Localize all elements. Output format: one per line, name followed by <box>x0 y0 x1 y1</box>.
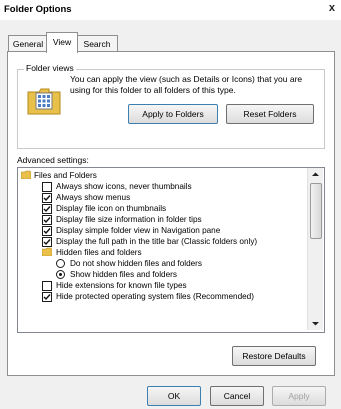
tab-search[interactable]: Search <box>76 35 118 52</box>
window-title: Folder Options <box>4 4 72 15</box>
close-icon[interactable]: x <box>329 2 335 14</box>
setting-label: Do not show hidden files and folders <box>70 259 202 268</box>
checkbox-unchecked[interactable] <box>42 281 52 291</box>
checkbox-checked[interactable] <box>42 215 52 225</box>
setting-label: Display file icon on thumbnails <box>56 204 167 213</box>
setting-label: Display file size information in folder … <box>56 215 202 224</box>
radio-selected[interactable] <box>56 270 65 279</box>
checkbox-checked[interactable] <box>42 226 52 236</box>
setting-label: Display the full path in the title bar (… <box>56 237 258 246</box>
tab-view[interactable]: View <box>46 32 78 53</box>
radio-unselected[interactable] <box>56 259 65 268</box>
setting-label: Always show menus <box>56 193 131 202</box>
scroll-thumb[interactable] <box>310 183 322 239</box>
checkbox-checked[interactable] <box>42 204 52 214</box>
setting-label: Show hidden files and folders <box>70 270 177 279</box>
advanced-settings-label: Advanced settings: <box>17 155 89 165</box>
setting-label: Display simple folder view in Navigation… <box>56 226 221 235</box>
setting-label: Hide extensions for known file types <box>56 281 187 290</box>
vertical-scrollbar[interactable] <box>307 168 323 330</box>
folder-icon <box>21 170 31 179</box>
folder-icon <box>42 247 52 256</box>
apply-button[interactable]: Apply <box>272 386 326 406</box>
arrow-up-icon <box>312 172 319 176</box>
setting-label: Always show icons, never thumbnails <box>56 182 192 191</box>
checkbox-checked[interactable] <box>42 193 52 203</box>
tab-general[interactable]: General <box>8 35 48 52</box>
tree-item-label: Files and Folders <box>34 171 97 180</box>
reset-folders-button[interactable]: Reset Folders <box>226 104 314 124</box>
scroll-up-button[interactable] <box>308 168 323 181</box>
folder-views-legend: Folder views <box>24 63 76 73</box>
advanced-settings-tree[interactable]: Files and Folders Always show icons, nev… <box>17 167 325 333</box>
folder-views-description: You can apply the view (such as Details … <box>70 74 303 95</box>
cancel-button[interactable]: Cancel <box>210 386 264 406</box>
setting-label: Hide protected operating system files (R… <box>56 292 254 301</box>
checkbox-unchecked[interactable] <box>42 182 52 192</box>
arrow-down-icon <box>312 322 319 326</box>
restore-defaults-button[interactable]: Restore Defaults <box>232 346 316 366</box>
checkbox-checked[interactable] <box>42 292 52 302</box>
apply-to-folders-button[interactable]: Apply to Folders <box>128 104 218 124</box>
scroll-down-button[interactable] <box>308 317 323 330</box>
tree-item-label: Hidden files and folders <box>56 248 142 257</box>
ok-button[interactable]: OK <box>147 386 201 406</box>
folder-view-icon <box>27 88 61 115</box>
checkbox-checked[interactable] <box>42 237 52 247</box>
